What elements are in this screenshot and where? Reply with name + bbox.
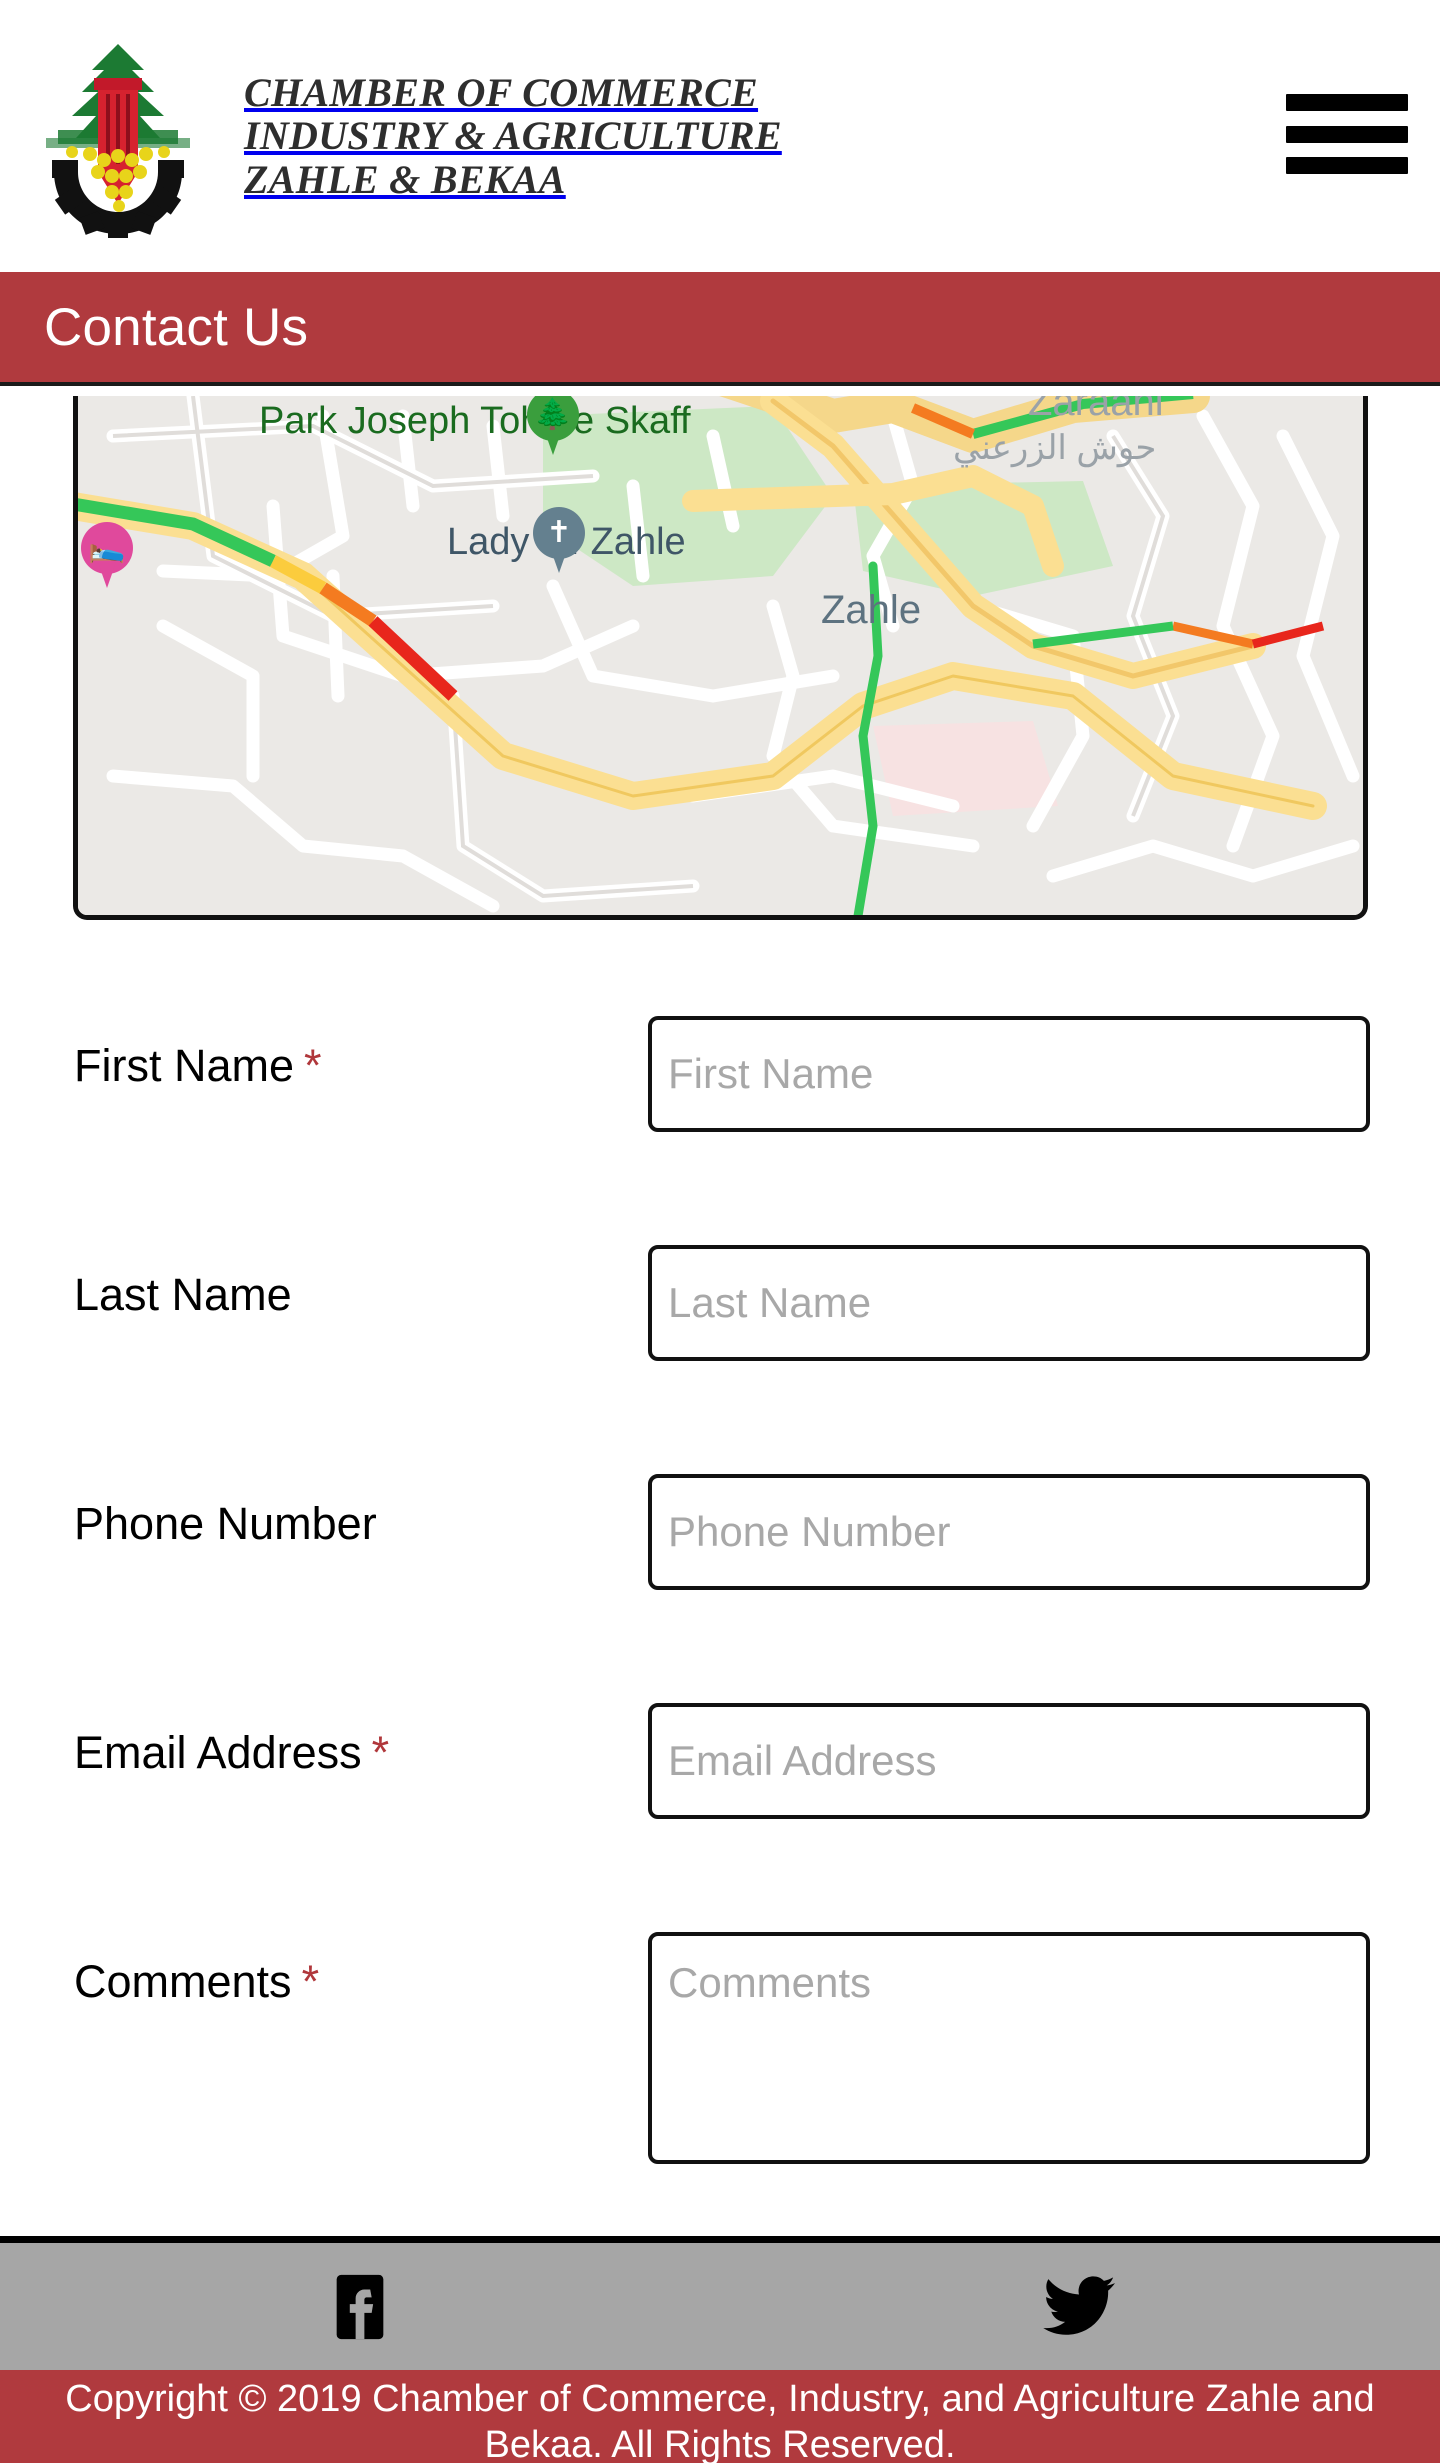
- contact-form[interactable]: First Name* Last Name Phone Number Email…: [0, 1000, 1440, 2164]
- page-root: CHAMBER OF COMMERCE INDUSTRY & AGRICULTU…: [0, 0, 1440, 2463]
- page-title-banner: Contact Us: [0, 272, 1440, 386]
- site-header: CHAMBER OF COMMERCE INDUSTRY & AGRICULTU…: [0, 0, 1440, 272]
- email-address-input[interactable]: [648, 1703, 1370, 1819]
- hamburger-menu-icon[interactable]: [1286, 86, 1408, 182]
- first-name-label-text: First Name: [74, 1040, 295, 1091]
- comments-label-text: Comments: [74, 1956, 292, 2007]
- phone-number-input[interactable]: [648, 1474, 1370, 1590]
- location-map[interactable]: Park Joseph Tohme Skaff Lady Of Zahle Za…: [73, 396, 1368, 920]
- hamburger-bar-2: [1286, 125, 1408, 143]
- comments-label: Comments *: [74, 1956, 319, 2008]
- comments-textarea[interactable]: [648, 1932, 1370, 2164]
- brand-title: CHAMBER OF COMMERCE INDUSTRY & AGRICULTU…: [244, 71, 782, 201]
- facebook-link[interactable]: [0, 2272, 720, 2342]
- last-name-label-text: Last Name: [74, 1269, 292, 1320]
- brand-logo-link[interactable]: CHAMBER OF COMMERCE INDUSTRY & AGRICULTU…: [28, 34, 782, 239]
- cedar-column-gear-logo-icon: [28, 34, 208, 239]
- form-row-email-address: Email Address *: [0, 1687, 1440, 1916]
- form-row-last-name: Last Name: [0, 1229, 1440, 1458]
- form-row-phone-number: Phone Number: [0, 1458, 1440, 1687]
- brand-line-3: ZAHLE & BEKAA: [244, 156, 566, 202]
- required-asterisk: *: [301, 1956, 320, 2007]
- map-canvas[interactable]: Park Joseph Tohme Skaff Lady Of Zahle Za…: [78, 396, 1363, 915]
- hamburger-bar-1: [1286, 94, 1408, 111]
- cross-glyph: ✝: [546, 516, 572, 549]
- phone-number-label-text: Phone Number: [74, 1498, 377, 1549]
- bed-icon[interactable]: 🛌: [81, 522, 133, 588]
- cross-icon[interactable]: ✝: [533, 507, 585, 573]
- bed-glyph: 🛌: [88, 531, 126, 564]
- hamburger-bar-3: [1286, 157, 1408, 174]
- page-title: Contact Us: [44, 297, 309, 357]
- copyright-bar: Copyright © 2019 Chamber of Commerce, In…: [0, 2370, 1440, 2463]
- twitter-link[interactable]: [720, 2272, 1440, 2342]
- social-links-bar: [0, 2236, 1440, 2370]
- brand-line-2: INDUSTRY & AGRICULTURE: [244, 113, 782, 159]
- form-row-comments: Comments *: [0, 1916, 1440, 2164]
- first-name-label: First Name *: [74, 1040, 322, 1092]
- copyright-text: Copyright © 2019 Chamber of Commerce, In…: [65, 2378, 1375, 2463]
- brand-line-1: CHAMBER OF COMMERCE: [244, 70, 759, 116]
- tree-glyph: 🌲: [534, 398, 572, 431]
- email-address-label: Email Address *: [74, 1727, 389, 1779]
- phone-number-label: Phone Number: [74, 1498, 377, 1550]
- tree-icon[interactable]: 🌲: [527, 396, 579, 455]
- last-name-label: Last Name: [74, 1269, 292, 1321]
- required-asterisk: *: [304, 1040, 322, 1091]
- twitter-icon: [1041, 2272, 1119, 2342]
- map-graphic: [78, 396, 1363, 915]
- required-asterisk: *: [371, 1727, 390, 1778]
- first-name-input[interactable]: [648, 1016, 1370, 1132]
- email-address-label-text: Email Address: [74, 1727, 362, 1778]
- last-name-input[interactable]: [648, 1245, 1370, 1361]
- facebook-icon: [325, 2272, 395, 2342]
- form-row-first-name: First Name *: [0, 1000, 1440, 1229]
